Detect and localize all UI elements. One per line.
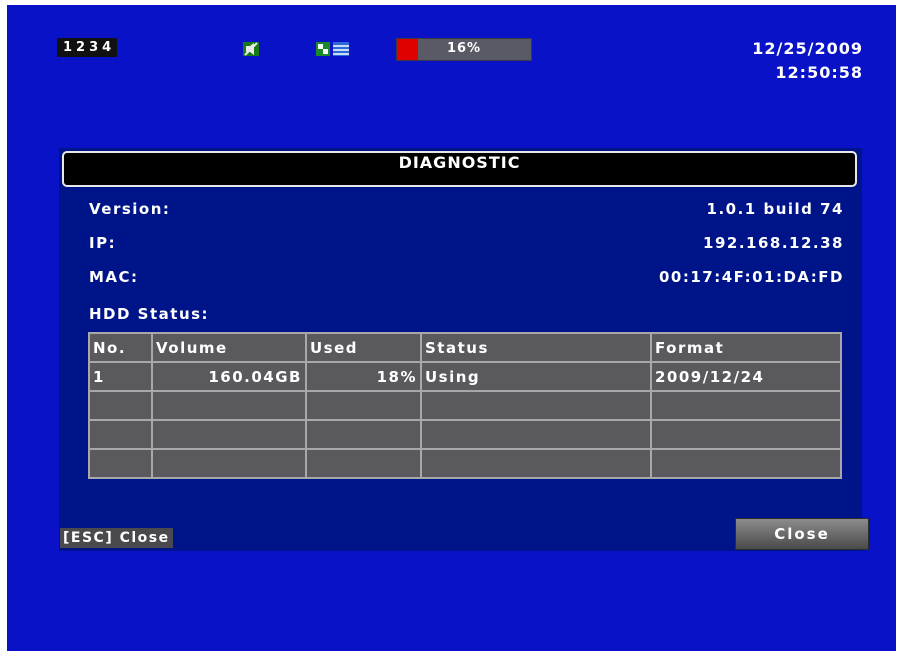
hdd-status-table: No. Volume Used Status Format 1 160.04GB… xyxy=(88,332,842,479)
channel-3[interactable]: 3 xyxy=(89,40,98,55)
dialog-title: DIAGNOSTIC xyxy=(62,151,857,187)
esc-close-hint: [ESC] Close xyxy=(60,528,173,548)
ip-row: IP: 192.168.12.38 xyxy=(89,234,844,252)
cell-status: Using xyxy=(420,361,652,392)
cell-used: 18% xyxy=(305,361,422,392)
date-text: 12/25/2009 xyxy=(752,39,863,58)
cell-used xyxy=(305,390,422,421)
table-row[interactable] xyxy=(88,419,842,450)
table-row[interactable] xyxy=(88,390,842,421)
version-value: 1.0.1 build 74 xyxy=(706,200,844,218)
cell-status xyxy=(420,448,652,479)
datetime-display: 12/25/2009 12:50:58 xyxy=(752,37,863,85)
column-header-used: Used xyxy=(305,332,422,363)
cell-format xyxy=(650,448,842,479)
table-row[interactable]: 1 160.04GB 18% Using 2009/12/24 xyxy=(88,361,842,392)
table-row[interactable] xyxy=(88,448,842,479)
cell-used xyxy=(305,448,422,479)
cell-volume xyxy=(151,448,307,479)
cell-no xyxy=(88,390,153,421)
cell-status xyxy=(420,419,652,450)
channel-1[interactable]: 1 xyxy=(63,40,72,55)
mac-row: MAC: 00:17:4F:01:DA:FD xyxy=(89,268,844,286)
cell-format xyxy=(650,390,842,421)
column-header-format: Format xyxy=(650,332,842,363)
channel-4[interactable]: 4 xyxy=(102,40,111,55)
cell-no: 1 xyxy=(88,361,153,392)
ip-label: IP: xyxy=(89,234,117,252)
cell-volume xyxy=(151,390,307,421)
hdd-usage-bar: 16% xyxy=(396,38,532,61)
mac-label: MAC: xyxy=(89,268,139,286)
cell-format xyxy=(650,419,842,450)
cell-volume xyxy=(151,419,307,450)
version-label: Version: xyxy=(89,200,171,218)
column-header-volume: Volume xyxy=(151,332,307,363)
network-connection-icon xyxy=(316,42,349,56)
dvr-screen: 1 2 3 4 16% 12/25/2009 12:50:58 DIAGNOST… xyxy=(7,5,896,651)
cell-used xyxy=(305,419,422,450)
ip-value: 192.168.12.38 xyxy=(703,234,844,252)
column-header-status: Status xyxy=(420,332,652,363)
cell-no xyxy=(88,448,153,479)
cell-status xyxy=(420,390,652,421)
mac-value: 00:17:4F:01:DA:FD xyxy=(658,268,844,286)
hdd-usage-label: 16% xyxy=(446,41,482,56)
cell-format: 2009/12/24 xyxy=(650,361,842,392)
cell-no xyxy=(88,419,153,450)
column-header-no: No. xyxy=(88,332,153,363)
version-row: Version: 1.0.1 build 74 xyxy=(89,200,844,218)
channel-2[interactable]: 2 xyxy=(76,40,85,55)
hdd-status-row: HDD Status: xyxy=(89,305,844,323)
cell-volume: 160.04GB xyxy=(151,361,307,392)
close-button[interactable]: Close xyxy=(735,518,869,550)
table-header-row: No. Volume Used Status Format xyxy=(88,332,842,363)
diagnostic-dialog: DIAGNOSTIC Version: 1.0.1 build 74 IP: 1… xyxy=(59,148,869,551)
time-text: 12:50:58 xyxy=(775,63,863,82)
channel-indicators: 1 2 3 4 xyxy=(57,38,118,57)
hdd-status-label: HDD Status: xyxy=(89,305,210,323)
record-sound-icon xyxy=(243,42,259,56)
